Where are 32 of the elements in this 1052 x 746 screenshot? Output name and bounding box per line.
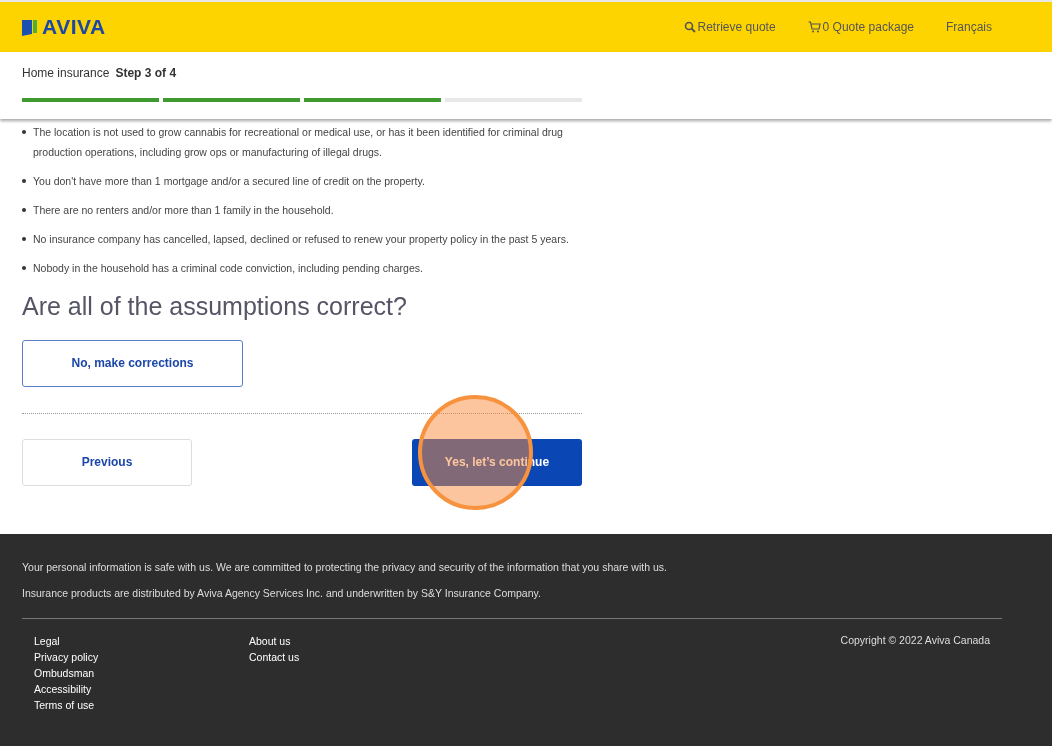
product-label: Home insurance (22, 65, 110, 82)
footer-link[interactable]: Contact us (249, 648, 300, 665)
footer-link[interactable]: Privacy policy (34, 648, 249, 665)
assumption-text: You don't have more than 1 mortgage and/or a secured line of credit on the property. (33, 174, 425, 189)
footer-link[interactable]: Accessibility (34, 680, 249, 697)
assumption-text: No insurance company has cancelled, lapsed, declined or refused to renew your property policy in the past 5 years. (33, 232, 569, 247)
footer-link[interactable]: Ombudsman (34, 664, 249, 681)
question-heading: Are all of the assumptions correct? (22, 291, 408, 322)
header-link[interactable]: Retrieve quote (683, 18, 776, 36)
footer-link[interactable]: Terms of use (34, 696, 249, 713)
assumption-text: Nobody in the household has a criminal code conviction, including pending charges. (33, 261, 423, 276)
assumption-text: There are no renters and/or more than 1 family in the household. (33, 203, 334, 218)
header-link[interactable]: Français (946, 18, 992, 36)
cart-icon (807, 21, 821, 33)
footer-link[interactable]: About us (249, 632, 300, 649)
bullet-icon (22, 266, 26, 270)
search-icon (683, 21, 696, 33)
previous-button[interactable]: Previous (22, 438, 192, 486)
footer-notice: Your personal information is safe with us. We are committed to protecting the privacy and security of the information that you share with us. (22, 560, 668, 575)
header-link[interactable]: 0 Quote package (807, 18, 914, 36)
logo-text: AVIVA (42, 14, 106, 41)
assumption-text: The location is not used to grow cannabis for recreational or medical use, or has it been identified for criminal drug production operations, including grow ops or manufacturing of illegal drugs. (33, 125, 564, 160)
bullet-icon (22, 237, 26, 241)
bullet-icon (22, 208, 26, 212)
footer-link[interactable]: Legal (34, 632, 249, 649)
bullet-icon (22, 130, 26, 134)
footer-notice: Insurance products are distributed by Aviva Agency Services Inc. and underwritten by S&Y Insurance Company. (22, 585, 542, 601)
logo-icon (22, 18, 38, 36)
copyright-text: Copyright © 2022 Aviva Canada (840, 632, 990, 648)
corrections-button[interactable]: No, make corrections (22, 339, 243, 387)
step-label: Step 3 of 4 (115, 65, 177, 82)
bullet-icon (22, 179, 26, 183)
